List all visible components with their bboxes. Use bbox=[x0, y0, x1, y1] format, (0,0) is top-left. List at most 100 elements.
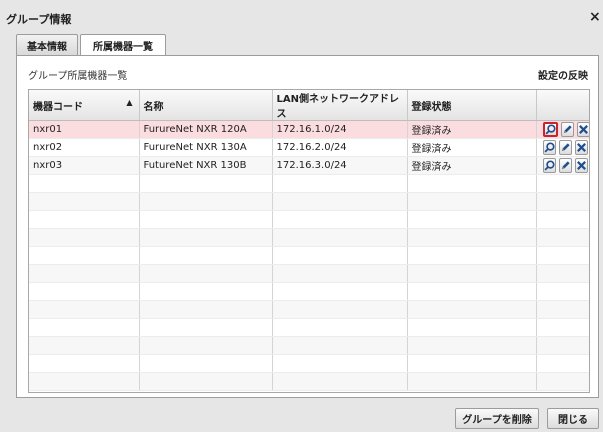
dialog-title: グループ情報 bbox=[6, 13, 72, 26]
column-header-status[interactable]: 登録状態 bbox=[407, 90, 537, 121]
cell-name: FurureNet NXR 130A bbox=[139, 138, 273, 157]
cell-lan-address bbox=[272, 372, 408, 391]
column-header-lan-address[interactable]: LAN側ネットワークアドレス bbox=[272, 90, 408, 121]
tab-device-list[interactable]: 所属機器一覧 bbox=[80, 34, 166, 56]
close-icon[interactable]: × bbox=[589, 9, 601, 25]
cell-status: 登録済み bbox=[407, 120, 537, 139]
table-row bbox=[29, 282, 589, 301]
cell-device-code bbox=[29, 372, 140, 391]
sort-asc-icon: ▲ bbox=[126, 97, 133, 107]
cell-name bbox=[139, 210, 273, 229]
cell-lan-address: 172.16.3.0/24 bbox=[272, 156, 408, 175]
cell-lan-address bbox=[272, 192, 408, 211]
cell-lan-address bbox=[272, 282, 408, 301]
cell-actions bbox=[536, 318, 589, 337]
cell-device-code: nxr01 bbox=[29, 120, 140, 139]
row-action-group bbox=[541, 140, 588, 155]
cell-status bbox=[407, 264, 537, 283]
search-icon[interactable] bbox=[542, 158, 556, 173]
cell-status bbox=[407, 228, 537, 247]
row-action-group bbox=[541, 158, 588, 173]
table-row[interactable]: nxr02 FurureNet NXR 130A 172.16.2.0/24 登録済み bbox=[29, 138, 589, 157]
cell-name bbox=[139, 264, 273, 283]
cell-lan-address: 172.16.2.0/24 bbox=[272, 138, 408, 157]
cell-status bbox=[407, 336, 537, 355]
column-header-device-code[interactable]: 機器コード ▲ bbox=[29, 90, 140, 121]
cell-status bbox=[407, 282, 537, 301]
cell-actions bbox=[536, 174, 589, 193]
table-header-row: 機器コード ▲ 名称 LAN側ネットワークアドレス 登録状態 bbox=[29, 90, 589, 121]
cell-name bbox=[139, 354, 273, 373]
column-header-name[interactable]: 名称 bbox=[139, 90, 273, 121]
cell-device-code bbox=[29, 300, 140, 319]
device-list-panel: グループ所属機器一覧 設定の反映 機器コード ▲ 名称 LAN側ネットワークアド… bbox=[16, 55, 599, 398]
cell-status bbox=[407, 372, 537, 391]
cell-lan-address bbox=[272, 174, 408, 193]
table-row[interactable]: nxr01 FurureNet NXR 120A 172.16.1.0/24 登録済み bbox=[29, 120, 589, 139]
cell-device-code bbox=[29, 336, 140, 355]
cell-lan-address bbox=[272, 246, 408, 265]
pencil-icon[interactable] bbox=[558, 140, 572, 155]
cell-lan-address bbox=[272, 210, 408, 229]
cell-actions bbox=[536, 228, 589, 247]
cell-actions bbox=[536, 282, 589, 301]
cell-lan-address bbox=[272, 264, 408, 283]
cell-status bbox=[407, 174, 537, 193]
cell-device-code bbox=[29, 246, 140, 265]
cell-status bbox=[407, 354, 537, 373]
cell-actions bbox=[536, 120, 589, 139]
table-row bbox=[29, 354, 589, 373]
cell-actions bbox=[536, 246, 589, 265]
panel-title: グループ所属機器一覧 bbox=[28, 71, 128, 82]
tab-basic-info[interactable]: 基本情報 bbox=[16, 34, 78, 55]
pencil-icon[interactable] bbox=[560, 122, 574, 137]
close-button[interactable]: 閉じる bbox=[547, 408, 599, 429]
table-row bbox=[29, 336, 589, 355]
table-row bbox=[29, 192, 589, 211]
cell-lan-address: 172.16.1.0/24 bbox=[272, 120, 408, 139]
cell-name bbox=[139, 336, 273, 355]
cell-device-code bbox=[29, 174, 140, 193]
apply-settings-link[interactable]: 設定の反映 bbox=[538, 67, 588, 82]
cell-lan-address bbox=[272, 228, 408, 247]
table-row[interactable]: nxr03 FutureNet NXR 130B 172.16.3.0/24 登録済み bbox=[29, 156, 589, 175]
table-row bbox=[29, 372, 589, 391]
delete-group-button[interactable]: グループを削除 bbox=[455, 408, 539, 429]
search-icon[interactable] bbox=[542, 122, 558, 137]
cell-name bbox=[139, 300, 273, 319]
cell-name bbox=[139, 246, 273, 265]
cell-lan-address bbox=[272, 318, 408, 337]
cell-lan-address bbox=[272, 336, 408, 355]
column-header-actions bbox=[536, 90, 589, 121]
cell-actions bbox=[536, 156, 589, 175]
device-table: 機器コード ▲ 名称 LAN側ネットワークアドレス 登録状態 nxr01 Furu… bbox=[28, 89, 590, 393]
cell-actions bbox=[536, 354, 589, 373]
delete-icon[interactable] bbox=[574, 158, 588, 173]
cell-actions bbox=[536, 210, 589, 229]
cell-actions bbox=[536, 138, 589, 157]
cell-name: FurureNet NXR 120A bbox=[139, 120, 273, 139]
cell-status: 登録済み bbox=[407, 138, 537, 157]
cell-status bbox=[407, 246, 537, 265]
table-row bbox=[29, 210, 589, 229]
pencil-icon[interactable] bbox=[558, 158, 572, 173]
cell-device-code bbox=[29, 282, 140, 301]
cell-status bbox=[407, 210, 537, 229]
table-row bbox=[29, 228, 589, 247]
cell-name bbox=[139, 174, 273, 193]
search-icon[interactable] bbox=[542, 140, 556, 155]
delete-icon[interactable] bbox=[574, 140, 588, 155]
table-row bbox=[29, 318, 589, 337]
cell-lan-address bbox=[272, 300, 408, 319]
table-row bbox=[29, 246, 589, 265]
cell-actions bbox=[536, 372, 589, 391]
cell-device-code bbox=[29, 354, 140, 373]
cell-device-code bbox=[29, 192, 140, 211]
cell-name: FutureNet NXR 130B bbox=[139, 156, 273, 175]
cell-device-code: nxr03 bbox=[29, 156, 140, 175]
cell-name bbox=[139, 318, 273, 337]
cell-device-code bbox=[29, 264, 140, 283]
cell-lan-address bbox=[272, 354, 408, 373]
delete-icon[interactable] bbox=[576, 122, 588, 137]
cell-actions bbox=[536, 264, 589, 283]
